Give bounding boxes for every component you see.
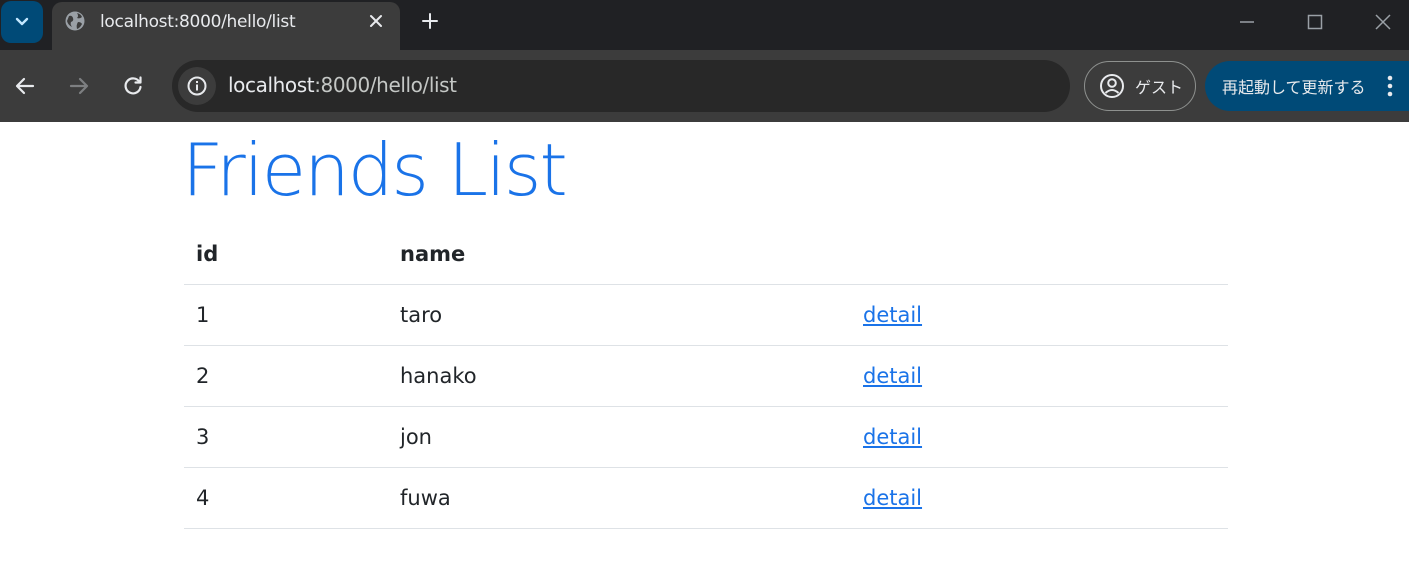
arrow-right-icon: [69, 77, 89, 95]
cell-link: detail: [851, 284, 1228, 346]
reload-button[interactable]: [118, 71, 148, 101]
friends-table: id name 1 taro detail 2 hanako detail 3 …: [184, 224, 1228, 529]
detail-link[interactable]: detail: [863, 425, 922, 449]
new-tab-button[interactable]: [418, 9, 442, 33]
browser-toolbar: localhost:8000/hello/list ゲスト 再起動して更新する: [0, 50, 1409, 122]
cell-id: 2: [184, 345, 388, 407]
cell-name: hanako: [388, 345, 851, 407]
detail-link[interactable]: detail: [863, 364, 922, 388]
cell-name: fuwa: [388, 467, 851, 529]
reload-icon: [124, 76, 142, 95]
maximize-button[interactable]: [1300, 8, 1330, 36]
table-row: 1 taro detail: [184, 284, 1228, 346]
globe-icon: [65, 11, 85, 31]
detail-link[interactable]: detail: [863, 486, 922, 510]
cell-name: taro: [388, 284, 851, 346]
arrow-left-icon: [15, 77, 35, 95]
url-text[interactable]: localhost:8000/hello/list: [228, 73, 457, 97]
relaunch-to-update-button[interactable]: 再起動して更新する: [1205, 61, 1409, 111]
tab-search-button[interactable]: [1, 1, 43, 43]
info-icon: [187, 76, 207, 96]
cell-id: 3: [184, 406, 388, 468]
relaunch-label: 再起動して更新する: [1222, 78, 1366, 97]
address-bar[interactable]: localhost:8000/hello/list: [172, 60, 1070, 112]
header-name: name: [388, 224, 851, 285]
page-title: Friends List: [182, 128, 568, 212]
url-host: localhost: [228, 73, 315, 97]
url-path: :8000/hello/list: [314, 73, 457, 97]
tab-strip: localhost:8000/hello/list: [0, 0, 1409, 50]
guest-profile-button[interactable]: ゲスト: [1084, 61, 1196, 111]
cell-id: 1: [184, 284, 388, 346]
kebab-menu-icon: [1387, 75, 1393, 97]
table-header-row: id name: [184, 224, 1228, 285]
chevron-down-icon: [15, 17, 29, 26]
close-icon: [370, 15, 382, 27]
minimize-button[interactable]: [1232, 8, 1262, 36]
detail-link[interactable]: detail: [863, 303, 922, 327]
table-row: 4 fuwa detail: [184, 467, 1228, 529]
tab-title: localhost:8000/hello/list: [100, 12, 296, 32]
page-content: Friends List id name 1 taro detail 2 han…: [0, 122, 1409, 567]
header-link: [851, 224, 1228, 285]
account-circle-icon: [1100, 74, 1124, 98]
active-tab[interactable]: localhost:8000/hello/list: [52, 2, 400, 50]
cell-link: detail: [851, 406, 1228, 468]
more-menu-button[interactable]: [1385, 73, 1395, 99]
close-icon: [1375, 14, 1391, 30]
cell-name: jon: [388, 406, 851, 468]
window-close-button[interactable]: [1368, 8, 1398, 36]
header-id: id: [184, 224, 388, 285]
plus-icon: [422, 13, 438, 29]
table-row: 2 hanako detail: [184, 345, 1228, 407]
maximize-icon: [1307, 14, 1323, 30]
cell-link: detail: [851, 345, 1228, 407]
table-row: 3 jon detail: [184, 406, 1228, 468]
back-button[interactable]: [10, 71, 40, 101]
tab-close-button[interactable]: [365, 10, 387, 32]
cell-id: 4: [184, 467, 388, 529]
site-info-button[interactable]: [178, 67, 216, 105]
forward-button[interactable]: [64, 71, 94, 101]
minimize-icon: [1240, 21, 1254, 23]
cell-link: detail: [851, 467, 1228, 529]
guest-label: ゲスト: [1135, 78, 1184, 97]
